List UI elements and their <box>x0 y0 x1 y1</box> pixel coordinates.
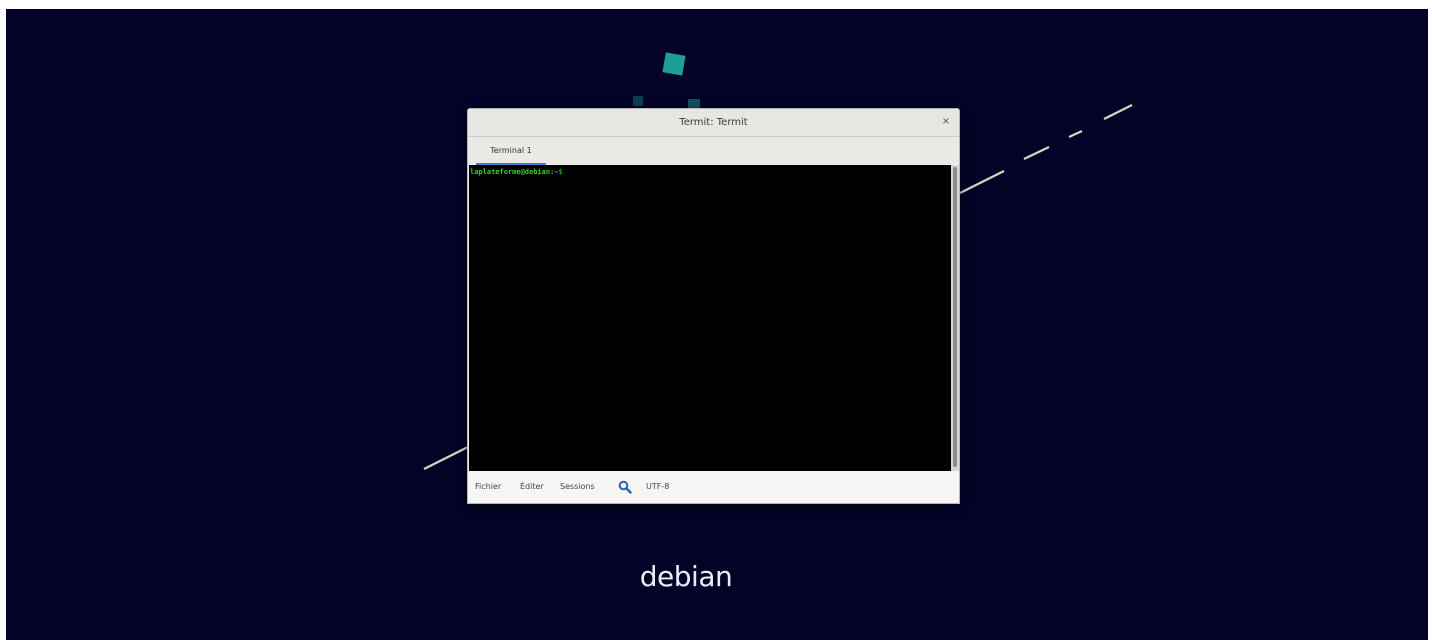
prompt-user: laplateforme@debian <box>470 168 551 176</box>
wallpaper-line <box>1068 130 1083 138</box>
wallpaper-line <box>1023 146 1050 160</box>
tab-bar: Terminal 1 <box>468 137 959 165</box>
window-title: Termit: Termit <box>679 117 748 128</box>
terminal-output[interactable]: laplateforme@debian:~$ <box>469 165 951 471</box>
terminal-scrollbar[interactable] <box>951 165 959 471</box>
scrollbar-thumb[interactable] <box>953 167 957 467</box>
wallpaper-square-small <box>633 96 643 106</box>
menu-editer[interactable]: Éditer <box>520 471 544 503</box>
wallpaper-square-large <box>662 52 686 76</box>
window-titlebar[interactable]: Termit: Termit × <box>468 109 959 137</box>
tab-terminal-1[interactable]: Terminal 1 <box>476 140 546 165</box>
menu-fichier[interactable]: Fichier <box>475 471 501 503</box>
prompt-char: $ <box>558 168 563 176</box>
status-bar: Fichier Éditer Sessions UTF-8 <box>468 471 959 503</box>
wallpaper-line <box>959 170 1005 194</box>
terminal-window[interactable]: Termit: Termit × Terminal 1 laplateforme… <box>467 108 960 504</box>
desktop: Termit: Termit × Terminal 1 laplateforme… <box>6 9 1428 640</box>
wallpaper-line <box>1103 104 1133 120</box>
debian-logo: debian <box>639 560 733 593</box>
encoding-label[interactable]: UTF-8 <box>646 471 669 503</box>
search-icon[interactable] <box>618 480 632 494</box>
menu-sessions[interactable]: Sessions <box>560 471 595 503</box>
wallpaper-line <box>423 446 469 470</box>
close-button[interactable]: × <box>939 115 953 129</box>
